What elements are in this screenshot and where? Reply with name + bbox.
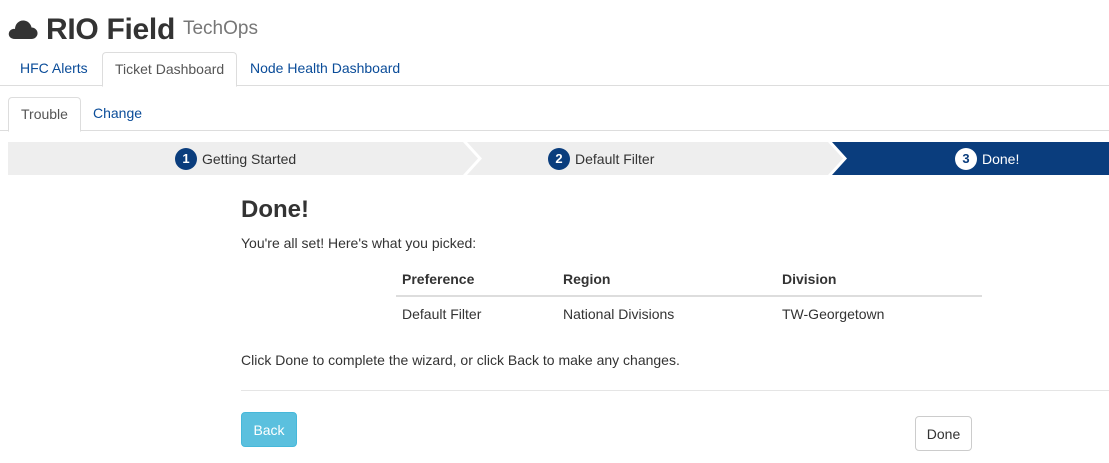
main-tab-bar: HFC Alerts Ticket Dashboard Node Health … xyxy=(0,52,1109,87)
page-title: Done! xyxy=(241,196,309,223)
table-row: Default Filter National Divisions TW-Geo… xyxy=(396,296,982,330)
step-label: Done! xyxy=(982,150,1020,167)
app-title: RIO Field xyxy=(46,13,175,46)
divider xyxy=(241,390,1109,391)
cell-preference: Default Filter xyxy=(402,305,482,322)
step-label: Getting Started xyxy=(202,150,297,167)
cell-division: TW-Georgetown xyxy=(782,305,885,322)
cell-region: National Divisions xyxy=(563,305,675,322)
step-number: 1 xyxy=(175,147,197,170)
tab-change[interactable]: Change xyxy=(81,97,154,131)
wizard-step-default-filter[interactable]: 2 Default Filter xyxy=(548,142,654,175)
app-header: RIO Field TechOps xyxy=(8,12,258,48)
step-label: Default Filter xyxy=(575,150,655,167)
app-subtitle: TechOps xyxy=(182,18,258,39)
column-header-division: Division xyxy=(776,262,982,297)
wizard-step-getting-started[interactable]: 1 Getting Started xyxy=(175,142,296,175)
table-header-row: Preference Region Division xyxy=(396,262,982,297)
step-number: 2 xyxy=(548,147,570,170)
back-button[interactable]: Back xyxy=(241,412,297,447)
column-header-region: Region xyxy=(557,262,776,297)
wizard-step-done[interactable]: 3 Done! xyxy=(955,142,1019,175)
done-button[interactable]: Done xyxy=(915,416,972,451)
wizard-progress: 1 Getting Started 2 Default Filter 3 Don… xyxy=(8,142,1109,175)
tab-trouble[interactable]: Trouble xyxy=(8,97,81,132)
intro-text: You're all set! Here's what you picked: xyxy=(241,235,477,251)
tab-hfc-alerts[interactable]: HFC Alerts xyxy=(8,52,100,86)
sub-tab-bar: Trouble Change xyxy=(0,97,1109,132)
summary-table: Preference Region Division Default Filte… xyxy=(396,262,982,330)
column-header-preference: Preference xyxy=(396,262,557,297)
tab-node-health-dashboard[interactable]: Node Health Dashboard xyxy=(238,52,412,86)
step-number: 3 xyxy=(955,147,977,170)
cloud-icon xyxy=(8,20,38,39)
outro-text: Click Done to complete the wizard, or cl… xyxy=(241,352,680,368)
tab-ticket-dashboard[interactable]: Ticket Dashboard xyxy=(102,52,238,87)
wizard-step-2-bg xyxy=(467,142,843,175)
